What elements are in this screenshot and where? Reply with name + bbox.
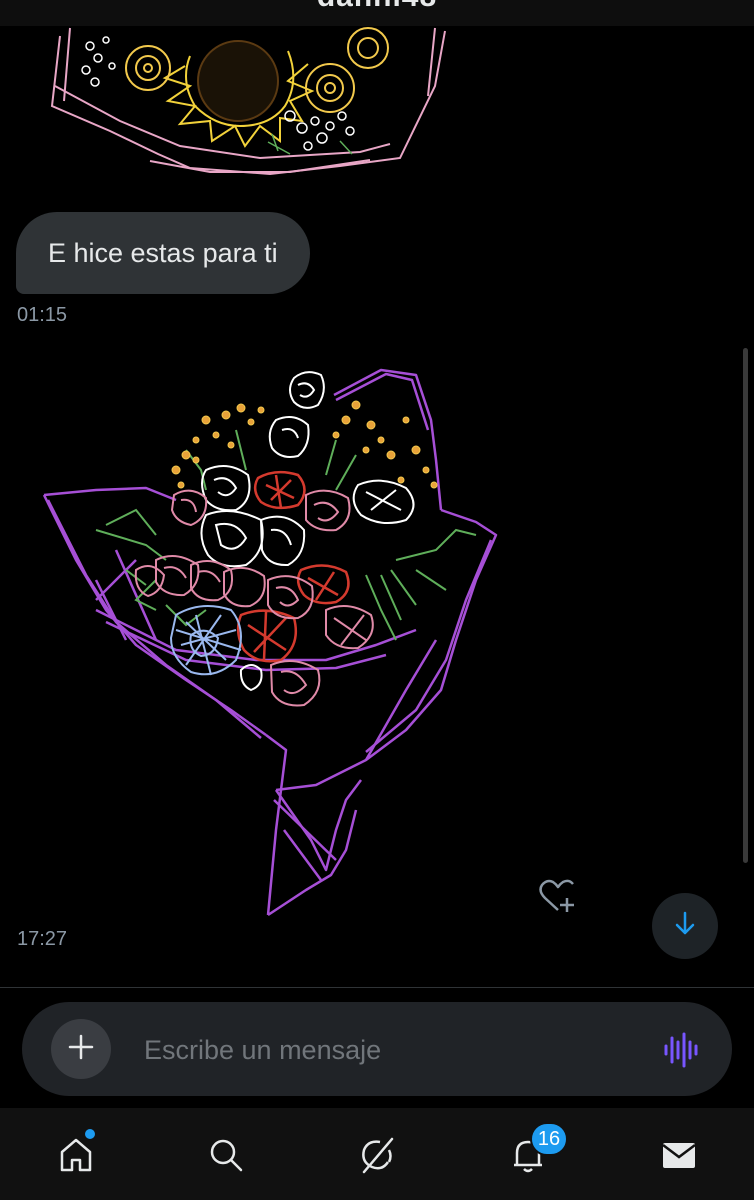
mail-icon xyxy=(659,1135,699,1180)
scrollbar[interactable] xyxy=(743,348,748,863)
message-image-flower-bouquet[interactable] xyxy=(36,360,506,930)
message-timestamp: 01:15 xyxy=(17,304,68,326)
voice-message-button[interactable] xyxy=(662,1032,702,1068)
add-reaction-button[interactable] xyxy=(536,876,580,916)
message-input[interactable] xyxy=(142,1024,646,1076)
heart-plus-icon xyxy=(536,879,580,920)
nav-messages[interactable] xyxy=(654,1132,704,1182)
add-attachment-button[interactable] xyxy=(51,1019,111,1079)
arrow-down-icon xyxy=(673,911,697,942)
bottom-navigation: 16 xyxy=(0,1108,754,1200)
scroll-to-bottom-button[interactable] xyxy=(652,893,718,959)
nav-search[interactable] xyxy=(201,1132,251,1182)
nav-grok[interactable] xyxy=(352,1132,402,1182)
message-image-sunflower-bouquet[interactable] xyxy=(40,26,460,186)
chat-title[interactable]: danni48 xyxy=(0,0,754,14)
home-icon xyxy=(56,1135,96,1180)
grok-icon xyxy=(356,1134,398,1181)
search-icon xyxy=(206,1135,246,1180)
nav-home[interactable] xyxy=(51,1132,101,1182)
plus-icon xyxy=(67,1033,95,1066)
message-composer xyxy=(22,1002,732,1096)
message-timestamp: 17:27 xyxy=(17,928,68,950)
chat-header: danni48 xyxy=(0,0,754,26)
home-notification-dot xyxy=(85,1129,95,1139)
message-text: E hice estas para ti xyxy=(48,237,278,268)
notification-count-badge: 16 xyxy=(530,1122,568,1156)
composer-divider xyxy=(0,987,754,988)
message-bubble[interactable]: E hice estas para ti xyxy=(16,212,310,294)
audio-wave-icon xyxy=(662,1032,702,1072)
